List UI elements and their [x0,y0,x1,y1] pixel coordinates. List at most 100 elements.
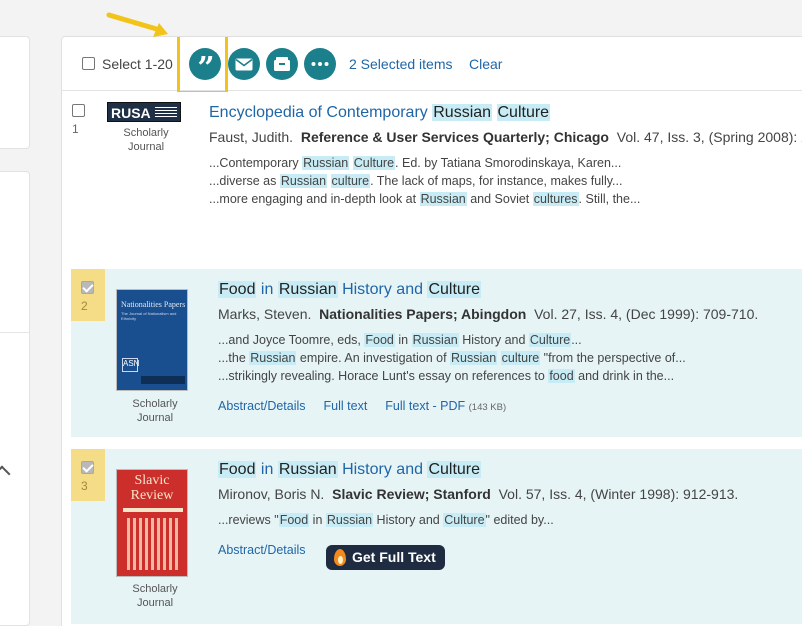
abstract-details-link[interactable]: Abstract/Details [218,399,306,413]
search-term-highlight: Food [218,281,257,298]
result-snippets: ...reviews "Food in Russian History and … [218,511,554,529]
cite-button-callout-frame [177,37,228,94]
search-term-highlight: Russian [277,461,338,478]
callout-arrow-icon [106,12,168,37]
text-segment: " edited by... [485,513,554,527]
search-term-highlight: Culture [427,461,482,478]
result-checkbox-cell: 1 [62,92,96,144]
text-segment: and Soviet [466,192,533,206]
search-term-highlight: culture [330,174,371,188]
search-term-highlight: Food [218,461,257,478]
text-segment: ...the [218,351,250,365]
pdf-size: (143 KB) [468,402,507,413]
search-term-highlight: Food [278,513,310,527]
email-button[interactable] [228,48,260,80]
text-segment: empire. An investigation of [296,351,451,365]
source-type-line: Journal [136,597,174,609]
search-term-highlight: Culture [496,104,551,121]
text-segment: ...and Joyce Toomre, eds, [218,333,365,347]
selected-items-link[interactable]: 2 Selected items [349,56,453,72]
journal-cover[interactable]: RUSA [107,102,181,122]
result-checkbox[interactable] [72,104,85,117]
text-segment: History and [373,513,444,527]
result-citation: Marks, Steven. Nationalities Papers; Abi… [218,306,758,322]
save-to-folder-button[interactable] [266,48,298,80]
cover-title: Nationalities Papers [121,300,186,309]
result-publication[interactable]: Reference & User Services Quarterly; Chi… [301,129,609,145]
result-row: 2 Nationalities Papers The Journal of Na… [71,269,802,437]
search-term-highlight: Russian [450,351,498,365]
result-row: 3 Slavic Review Scholarly Journal Food i… [71,449,802,624]
text-segment: ...more engaging and in-depth look at [209,192,420,206]
logo-fine-print [155,107,177,117]
search-term-highlight: Russian [277,281,338,298]
full-text-pdf-link[interactable]: Full text - PDF (143 KB) [385,399,506,413]
sidebar-divider [0,332,29,333]
result-number: 3 [81,479,88,493]
cover-mark: ASN [122,358,139,372]
search-term-highlight: Culture [427,281,482,298]
text-segment: in [309,513,326,527]
result-publication[interactable]: Slavic Review; Stanford [332,486,491,502]
full-text-link[interactable]: Full text [324,399,368,413]
journal-cover[interactable]: Slavic Review [116,469,188,577]
cover-title: Slavic Review [130,473,174,503]
text-segment: . Still, the... [578,192,641,206]
source-type: Scholarly Journal [101,397,209,425]
text-segment: Encyclopedia of Contemporary [209,104,433,121]
result-snippets: ...and Joyce Toomre, eds, Food in Russia… [218,331,686,385]
source-type: Scholarly Journal [101,582,209,610]
result-details: Vol. 57, Iss. 4, (Winter 1998): 912-913. [498,486,739,502]
snippet-line: ...and Joyce Toomre, eds, Food in Russia… [218,331,686,349]
clear-selection-link[interactable]: Clear [469,56,502,72]
get-full-text-label: Get Full Text [352,549,436,565]
result-checkbox-cell: 3 [71,449,105,501]
result-checkbox[interactable] [81,461,94,474]
result-links: Abstract/Details Full text Full text - PDF… [218,399,524,413]
search-term-highlight: Culture [528,333,572,347]
result-snippets: ...Contemporary Russian Culture. Ed. by … [209,154,640,208]
result-checkbox[interactable] [81,281,94,294]
result-author: Marks, Steven. [218,306,312,322]
folder-save-icon [274,57,290,71]
snippet-line: ...strikingly revealing. Horace Lunt's e… [218,367,686,385]
search-term-highlight: Russian [279,174,328,188]
result-publication[interactable]: Nationalities Papers; Abingdon [319,306,526,322]
snippet-line: ...the Russian empire. An investigation … [218,349,686,367]
more-actions-button[interactable] [304,48,336,80]
get-full-text-button[interactable]: Get Full Text [326,545,445,570]
result-citation: Mironov, Boris N. Slavic Review; Stanfor… [218,486,738,502]
text-segment: ...strikingly revealing. Horace Lunt's e… [218,369,549,383]
text-segment [327,174,330,188]
select-all-checkbox[interactable] [82,57,95,70]
result-title[interactable]: Food in Russian History and Culture [218,461,482,479]
result-title[interactable]: Encyclopedia of Contemporary Russian Cul… [209,104,551,122]
search-term-highlight: Russian [432,104,493,121]
search-term-highlight: food [548,369,575,383]
text-segment: ...reviews " [218,513,279,527]
source-type-line: Journal [136,412,174,424]
result-details: Vol. 47, Iss. 3, (Spring 2008): 28 [616,129,802,145]
abstract-details-link[interactable]: Abstract/Details [218,543,306,557]
search-term-highlight: culture [500,351,541,365]
journal-logo-text: RUSA [111,105,151,121]
flame-icon [334,549,346,566]
source-type-line: Scholarly [132,583,178,595]
source-type-line: Scholarly [123,127,169,139]
text-segment: and drink in the... [574,369,675,383]
cover-strip [141,376,185,384]
text-segment: History and [458,333,529,347]
select-all-label[interactable]: Select 1-20 [102,56,173,72]
result-title[interactable]: Food in Russian History and Culture [218,281,482,299]
journal-cover[interactable]: Nationalities Papers The Journal of Nati… [116,289,188,391]
text-segment: . Ed. by Tatiana Smorodinskaya, Karen... [395,156,622,170]
sidebar-card-top [0,36,30,149]
text-segment: in [394,333,412,347]
result-citation: Faust, Judith. Reference & User Services… [209,129,802,145]
result-links: Abstract/Details [218,543,324,557]
text-segment: ...diverse as [209,174,280,188]
result-author: Mironov, Boris N. [218,486,325,502]
text-segment: . The lack of maps, for instance, makes … [370,174,623,188]
search-term-highlight: Russian [325,513,374,527]
envelope-icon [235,58,253,70]
